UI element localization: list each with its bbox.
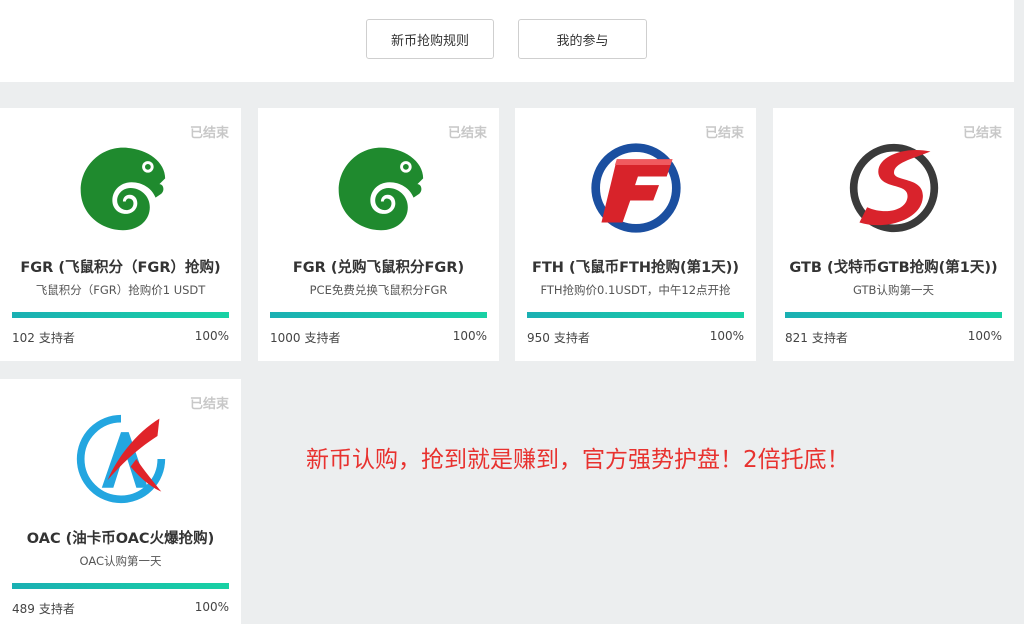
card-subtitle: OAC认购第一天 — [79, 554, 162, 568]
fth-logo-icon — [590, 143, 681, 233]
progress-percent: 100% — [967, 329, 1002, 343]
progress-fill — [12, 583, 229, 589]
card-title: OAC (油卡币OAC火爆抢购) — [26, 531, 215, 547]
progress-bar — [12, 583, 229, 589]
card-subtitle: GTB认购第一天 — [853, 283, 934, 297]
project-card-fgr-1[interactable]: 已结束 FGR (飞鼠积分（FGR）抢购) 飞鼠积分（FGR）抢购价1 USDT… — [0, 108, 241, 361]
gtb-logo-icon — [849, 143, 938, 233]
project-card-gtb[interactable]: 已结束 GTB (戈特币GTB抢购(第1天)) GTB认购第一天 821 支持者 … — [773, 108, 1014, 361]
supporters-count: 950 支持者 — [527, 331, 590, 345]
progress-bar — [527, 312, 744, 318]
card-title: FTH (飞鼠币FTH抢购(第1天)) — [531, 260, 739, 276]
progress-percent: 100% — [709, 329, 744, 343]
status-badge: 已结束 — [189, 126, 229, 141]
rules-button[interactable]: 新币抢购规则 — [366, 19, 494, 59]
top-bar: 新币抢购规则 我的参与 — [0, 0, 1014, 82]
supporters-count: 821 支持者 — [785, 331, 848, 345]
card-subtitle: FTH抢购价0.1USDT，中午12点开抢 — [540, 283, 731, 297]
progress-percent: 100% — [452, 329, 487, 343]
status-badge: 已结束 — [447, 126, 487, 141]
progress-bar — [270, 312, 487, 318]
card-subtitle: 飞鼠积分（FGR）抢购价1 USDT — [35, 283, 206, 297]
promo-banner-text: 新币认购，抢到就是赚到，官方强势护盘！2倍托底！ — [306, 447, 850, 473]
progress-percent: 100% — [194, 329, 229, 343]
supporters-count: 1000 支持者 — [270, 331, 341, 345]
progress-fill — [527, 312, 744, 318]
my-participation-button[interactable]: 我的参与 — [518, 19, 647, 59]
status-badge: 已结束 — [704, 126, 744, 141]
progress-percent: 100% — [194, 600, 229, 614]
project-card-fgr-2[interactable]: 已结束 FGR (兑购飞鼠积分FGR) PCE免费兑换飞鼠积分FGR 1000 支… — [258, 108, 499, 361]
card-subtitle: PCE免费兑换飞鼠积分FGR — [309, 283, 448, 297]
progress-fill — [12, 312, 229, 318]
chameleon-logo-icon — [338, 147, 423, 231]
supporters-count: 102 支持者 — [12, 331, 75, 345]
progress-bar — [12, 312, 229, 318]
status-badge: 已结束 — [189, 397, 229, 412]
project-card-oac[interactable]: 已结束 OAC (油卡币OAC火爆抢购) OAC认购第一天 489 支持者 100… — [0, 379, 241, 624]
progress-fill — [785, 312, 1002, 318]
progress-fill — [270, 312, 487, 318]
status-badge: 已结束 — [962, 126, 1002, 141]
project-card-fth[interactable]: 已结束 FTH (飞鼠币FTH抢购(第1天)) FTH抢购价0.1USDT，中午… — [515, 108, 756, 361]
supporters-count: 489 支持者 — [12, 602, 75, 616]
card-title: FGR (飞鼠积分（FGR）抢购) — [20, 260, 221, 276]
progress-bar — [785, 312, 1002, 318]
oac-logo-icon — [76, 414, 165, 504]
card-title: GTB (戈特币GTB抢购(第1天)) — [789, 260, 998, 276]
chameleon-logo-icon — [80, 147, 165, 231]
card-title: FGR (兑购飞鼠积分FGR) — [292, 260, 465, 276]
